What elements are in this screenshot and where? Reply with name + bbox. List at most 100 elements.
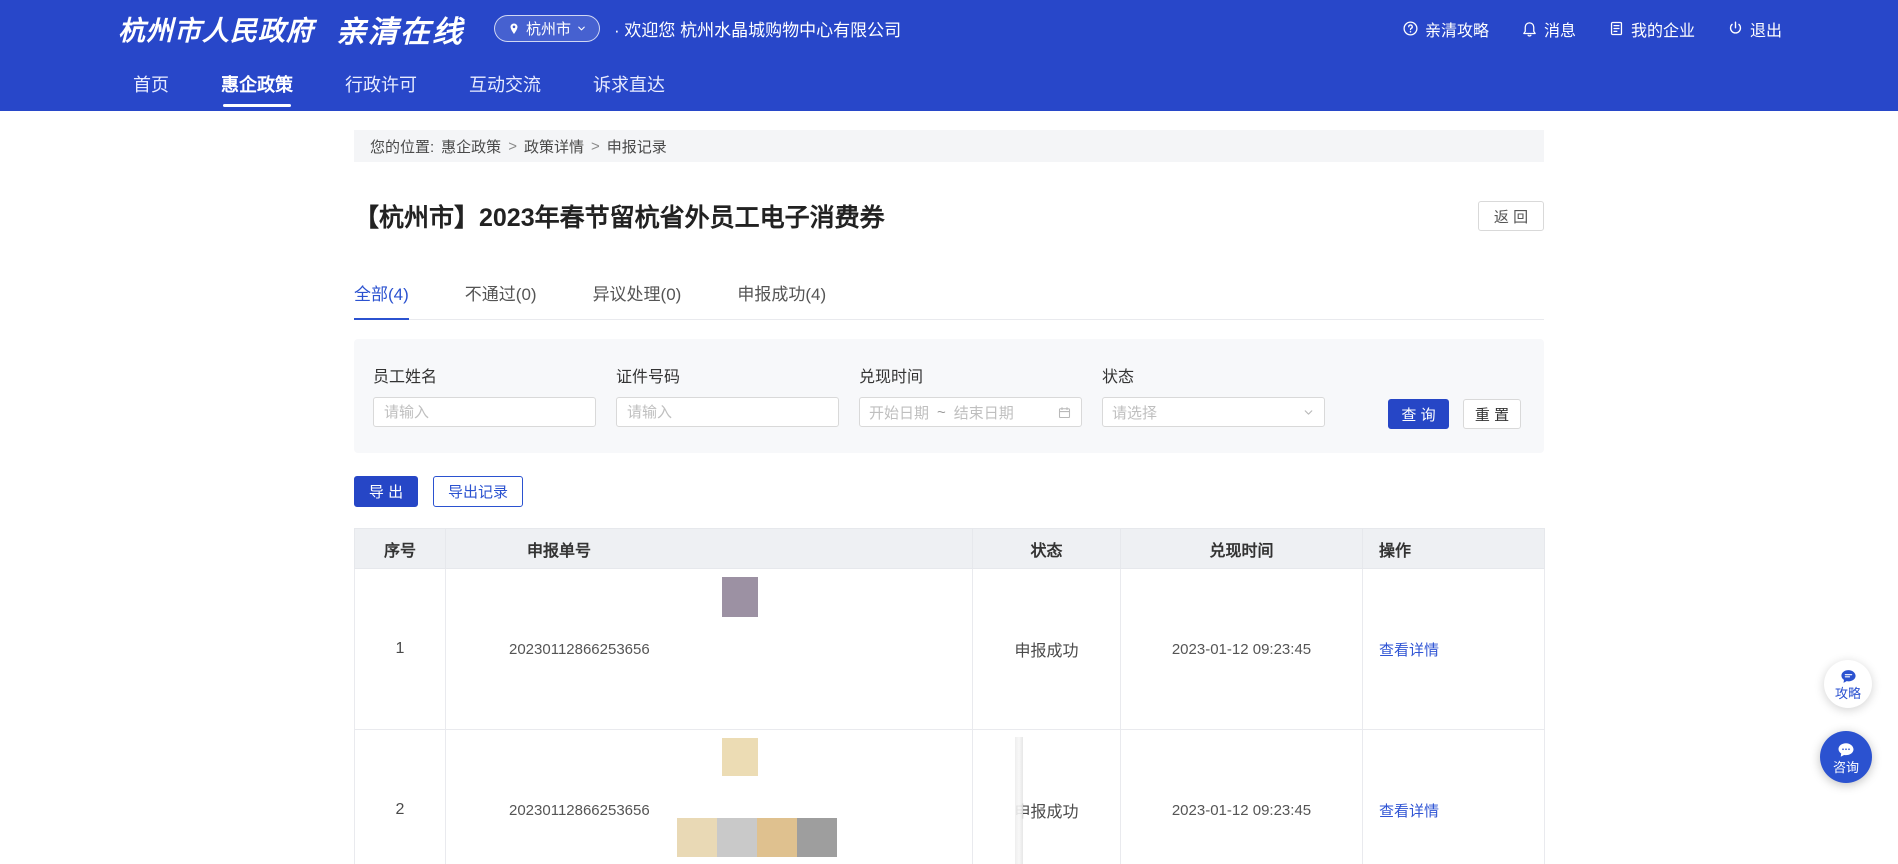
blur-artifact — [1015, 737, 1023, 864]
reset-button[interactable]: 重 置 — [1463, 399, 1521, 429]
nav-item-licensing[interactable]: 行政许可 — [345, 57, 417, 111]
redaction-strip — [677, 818, 837, 857]
cell-status: 申报成功 — [973, 730, 1121, 864]
messages-link-label: 消息 — [1544, 17, 1576, 41]
messages-link[interactable]: 消息 — [1521, 17, 1576, 41]
page-title: 【杭州市】2023年春节留杭省外员工电子消费券 — [354, 198, 885, 234]
table-row: 2 20230112866253656 申报成功 2023-01-12 09:2… — [355, 730, 1545, 864]
breadcrumb-item-current: 申报记录 — [607, 136, 667, 157]
date-range-separator: ~ — [937, 404, 946, 421]
table-header-row: 序号 申报单号 状态 兑现时间 操作 — [355, 529, 1545, 569]
top-header: 杭州市人民政府 亲清在线 杭州市 · 欢迎您 杭州水晶城购物中心有限公司 亲清攻… — [0, 0, 1898, 57]
guide-bubble-icon — [1840, 668, 1857, 685]
column-header-seq: 序号 — [355, 529, 446, 569]
id-number-label: 证件号码 — [616, 363, 839, 387]
filter-panel: 员工姓名 证件号码 兑现时间 开始日期 ~ 结束日期 — [354, 339, 1544, 453]
employee-name-input[interactable] — [373, 397, 596, 427]
cell-action: 查看详情 — [1363, 569, 1545, 730]
consult-fab-button[interactable]: 咨询 — [1820, 731, 1872, 783]
consult-bubble-icon — [1837, 741, 1855, 759]
gov-logo: 杭州市人民政府 — [118, 9, 314, 48]
my-company-link-label: 我的企业 — [1631, 17, 1695, 41]
declare-no-text: 20230112866253656 — [509, 802, 650, 819]
redaction-block — [722, 577, 758, 617]
start-date-placeholder: 开始日期 — [869, 402, 929, 423]
tab-all[interactable]: 全部(4) — [354, 280, 409, 320]
cell-action: 查看详情 — [1363, 730, 1545, 864]
my-company-link[interactable]: 我的企业 — [1608, 17, 1695, 41]
question-circle-icon — [1402, 20, 1419, 37]
status-placeholder: 请选择 — [1112, 402, 1157, 423]
welcome-text: · 欢迎您 杭州水晶城购物中心有限公司 — [614, 16, 901, 41]
status-tabs: 全部(4) 不通过(0) 异议处理(0) 申报成功(4) — [354, 280, 1544, 320]
content-container: 您的位置: 惠企政策 > 政策详情 > 申报记录 【杭州市】2023年春节留杭省… — [354, 130, 1544, 864]
cell-status: 申报成功 — [973, 569, 1121, 730]
breadcrumb-separator: > — [508, 138, 517, 155]
employee-name-field: 员工姓名 — [373, 363, 596, 427]
consult-fab-label: 咨询 — [1833, 761, 1859, 774]
declare-no-text: 20230112866253656 — [509, 641, 650, 658]
title-row: 【杭州市】2023年春节留杭省外员工电子消费券 返 回 — [354, 198, 1544, 234]
view-detail-link[interactable]: 查看详情 — [1379, 642, 1439, 659]
breadcrumb-item-policy-detail[interactable]: 政策详情 — [524, 136, 584, 157]
table-header: 序号 申报单号 状态 兑现时间 操作 — [355, 529, 1545, 569]
column-header-action: 操作 — [1363, 529, 1545, 569]
guide-fab-label: 攻略 — [1835, 687, 1861, 700]
cell-redeem-time: 2023-01-12 09:23:45 — [1121, 730, 1363, 864]
column-header-status: 状态 — [973, 529, 1121, 569]
page: 杭州市人民政府 亲清在线 杭州市 · 欢迎您 杭州水晶城购物中心有限公司 亲清攻… — [0, 0, 1898, 864]
nav-item-policies[interactable]: 惠企政策 — [221, 57, 293, 111]
export-toolbar: 导 出 导出记录 — [354, 476, 1544, 507]
status-select[interactable]: 请选择 — [1102, 397, 1325, 427]
cell-seq: 2 — [355, 730, 446, 864]
date-range-picker[interactable]: 开始日期 ~ 结束日期 — [859, 397, 1082, 427]
redaction-block — [722, 738, 758, 776]
records-table: 序号 申报单号 状态 兑现时间 操作 1 20230112866253656 申… — [354, 528, 1545, 864]
id-number-input[interactable] — [616, 397, 839, 427]
back-button[interactable]: 返 回 — [1478, 201, 1544, 231]
cell-declare-no: 20230112866253656 — [446, 730, 973, 864]
main-nav: 首页 惠企政策 行政许可 互动交流 诉求直达 — [0, 57, 1898, 111]
chevron-down-icon — [576, 23, 587, 34]
redeem-time-label: 兑现时间 — [859, 363, 1082, 387]
tab-objection[interactable]: 异议处理(0) — [593, 280, 682, 319]
location-label: 杭州市 — [526, 18, 571, 39]
tab-success[interactable]: 申报成功(4) — [737, 280, 826, 319]
search-button[interactable]: 查 询 — [1388, 399, 1449, 429]
bell-icon — [1521, 20, 1538, 37]
column-header-redeem-time: 兑现时间 — [1121, 529, 1363, 569]
calendar-icon — [1057, 405, 1072, 420]
status-label: 状态 — [1102, 363, 1325, 387]
nav-item-interaction[interactable]: 互动交流 — [469, 57, 541, 111]
location-pin-icon — [507, 22, 521, 36]
export-records-button[interactable]: 导出记录 — [433, 476, 523, 507]
breadcrumb: 您的位置: 惠企政策 > 政策详情 > 申报记录 — [354, 130, 1544, 162]
logout-link[interactable]: 退出 — [1727, 17, 1782, 41]
view-detail-link[interactable]: 查看详情 — [1379, 803, 1439, 820]
breadcrumb-prefix: 您的位置: — [370, 136, 434, 157]
tab-rejected[interactable]: 不通过(0) — [465, 280, 537, 319]
guide-fab-button[interactable]: 攻略 — [1824, 660, 1872, 708]
cell-declare-no: 20230112866253656 — [446, 569, 973, 730]
cell-seq: 1 — [355, 569, 446, 730]
employee-name-label: 员工姓名 — [373, 363, 596, 387]
end-date-placeholder: 结束日期 — [954, 402, 1014, 423]
header-links: 亲清攻略 消息 我的企业 退 — [1402, 17, 1782, 41]
breadcrumb-separator: > — [591, 138, 600, 155]
brand-logo: 亲清在线 — [336, 7, 464, 51]
redeem-time-field: 兑现时间 开始日期 ~ 结束日期 — [859, 363, 1082, 427]
breadcrumb-item-policies[interactable]: 惠企政策 — [441, 136, 501, 157]
status-text: 申报成功 — [1014, 804, 1078, 821]
export-button[interactable]: 导 出 — [354, 476, 418, 507]
select-chevron-down-icon — [1302, 406, 1315, 419]
company-doc-icon — [1608, 20, 1625, 37]
nav-item-home[interactable]: 首页 — [133, 57, 169, 111]
nav-item-appeals[interactable]: 诉求直达 — [593, 57, 665, 111]
logout-link-label: 退出 — [1750, 17, 1782, 41]
guide-link[interactable]: 亲清攻略 — [1402, 17, 1489, 41]
table-row: 1 20230112866253656 申报成功 2023-01-12 09:2… — [355, 569, 1545, 730]
power-icon — [1727, 20, 1744, 37]
location-selector[interactable]: 杭州市 — [494, 15, 600, 42]
filter-actions: 查 询 重 置 — [1388, 399, 1521, 429]
cell-redeem-time: 2023-01-12 09:23:45 — [1121, 569, 1363, 730]
